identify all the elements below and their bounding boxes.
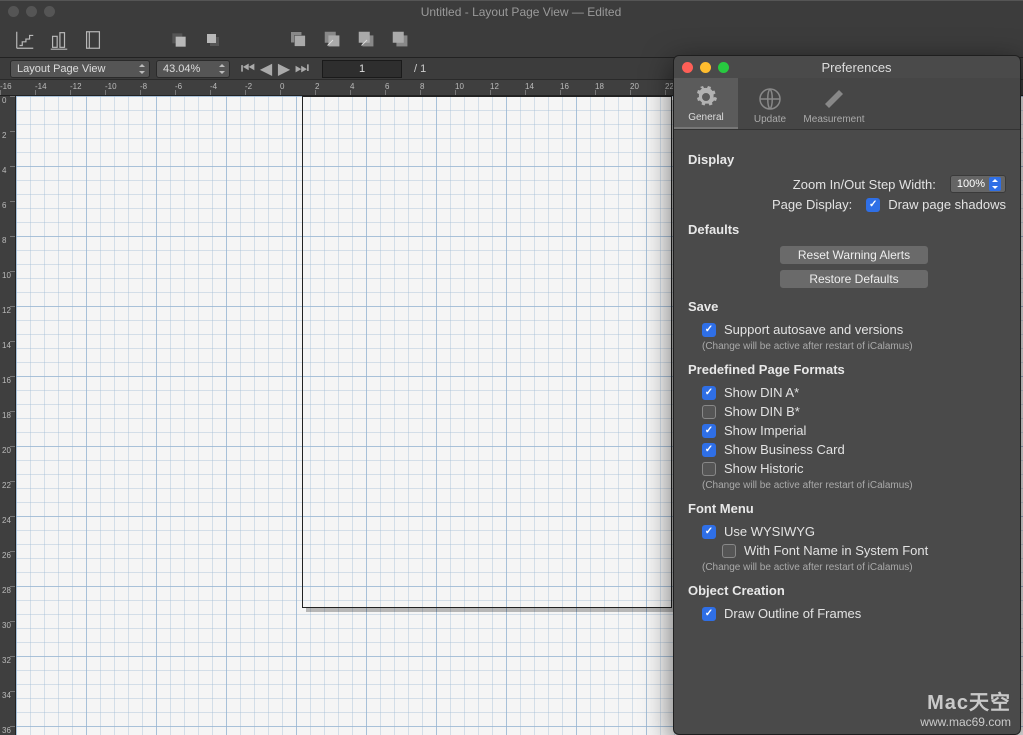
next-page-button[interactable]: ▶: [276, 61, 292, 77]
watermark-brand: Mac天空: [920, 691, 1011, 715]
page-icon[interactable]: [82, 29, 104, 51]
wysiwyg-checkbox[interactable]: [702, 525, 716, 539]
first-page-button[interactable]: ⏮: [240, 61, 256, 77]
tab-update[interactable]: Update: [738, 78, 802, 129]
font-menu-note: (Change will be active after restart of …: [688, 562, 1006, 573]
wysiwyg-label: Use WYSIWYG: [724, 524, 815, 539]
din-a-label: Show DIN A*: [724, 385, 799, 400]
watermark-url: www.mac69.com: [920, 715, 1011, 729]
overlap-front-icon[interactable]: [168, 29, 190, 51]
chevron-updown-icon: [989, 177, 1001, 191]
last-page-button[interactable]: ⏭: [294, 61, 310, 77]
view-mode-select[interactable]: Layout Page View: [10, 60, 150, 78]
main-toolbar: [0, 22, 1023, 58]
watermark: Mac天空 www.mac69.com: [920, 691, 1011, 729]
align-bottom-icon[interactable]: [48, 29, 70, 51]
close-icon[interactable]: [8, 6, 19, 17]
historic-label: Show Historic: [724, 461, 803, 476]
tab-measurement-label: Measurement: [803, 114, 864, 125]
reset-warning-button[interactable]: Reset Warning Alerts: [779, 245, 929, 265]
din-a-checkbox[interactable]: [702, 386, 716, 400]
prefs-titlebar: Preferences: [674, 56, 1020, 78]
object-creation-heading: Object Creation: [688, 583, 1006, 598]
tab-general-label: General: [688, 112, 724, 123]
font-menu-heading: Font Menu: [688, 501, 1006, 516]
autosave-label: Support autosave and versions: [724, 322, 903, 337]
business-label: Show Business Card: [724, 442, 845, 457]
prefs-body: Display Zoom In/Out Step Width: 100% Pag…: [674, 130, 1020, 637]
prefs-tabs: General Update Measurement: [674, 78, 1020, 130]
prefs-title: Preferences: [701, 60, 1012, 75]
page-rect[interactable]: [302, 96, 672, 608]
autosave-checkbox[interactable]: [702, 323, 716, 337]
tab-measurement[interactable]: Measurement: [802, 78, 866, 129]
zoom-select[interactable]: 43.04%: [156, 60, 230, 78]
page-number-input[interactable]: [322, 60, 402, 78]
page-formats-note: (Change will be active after restart of …: [688, 480, 1006, 491]
imperial-label: Show Imperial: [724, 423, 806, 438]
tab-general[interactable]: General: [674, 78, 738, 129]
stack-3-icon[interactable]: [356, 29, 378, 51]
save-heading: Save: [688, 299, 1006, 314]
imperial-checkbox[interactable]: [702, 424, 716, 438]
business-checkbox[interactable]: [702, 443, 716, 457]
stack-2-icon[interactable]: [322, 29, 344, 51]
zoom-step-label: Zoom In/Out Step Width:: [702, 177, 936, 192]
prev-page-button[interactable]: ◀: [258, 61, 274, 77]
grid-tool-icon[interactable]: [14, 29, 36, 51]
historic-checkbox[interactable]: [702, 462, 716, 476]
outline-checkbox[interactable]: [702, 607, 716, 621]
view-mode-value: Layout Page View: [17, 63, 105, 75]
din-b-checkbox[interactable]: [702, 405, 716, 419]
restore-defaults-button[interactable]: Restore Defaults: [779, 269, 929, 289]
page-display-label: Page Display:: [702, 197, 852, 212]
draw-shadows-checkbox[interactable]: [866, 198, 880, 212]
outline-label: Draw Outline of Frames: [724, 606, 861, 621]
system-font-label: With Font Name in System Font: [744, 543, 928, 558]
overlap-back-icon[interactable]: [202, 29, 224, 51]
prefs-close-icon[interactable]: [682, 62, 693, 73]
gear-icon: [694, 85, 718, 109]
zoom-value: 43.04%: [163, 63, 200, 75]
preferences-window: Preferences General Update Measurement D…: [673, 55, 1021, 735]
zoom-step-value: 100%: [957, 178, 985, 190]
globe-icon: [758, 87, 782, 111]
save-note: (Change will be active after restart of …: [688, 341, 1006, 352]
vertical-ruler: 024681012141618202224262830323436: [0, 96, 16, 735]
stack-4-icon[interactable]: [390, 29, 412, 51]
page-total: / 1: [414, 63, 426, 75]
main-titlebar: Untitled - Layout Page View — Edited: [0, 0, 1023, 22]
draw-shadows-label: Draw page shadows: [888, 197, 1006, 212]
ruler-icon: [822, 87, 846, 111]
zoom-step-select[interactable]: 100%: [950, 175, 1006, 193]
tab-update-label: Update: [754, 114, 786, 125]
din-b-label: Show DIN B*: [724, 404, 800, 419]
display-heading: Display: [688, 152, 1006, 167]
defaults-heading: Defaults: [688, 222, 1006, 237]
page-formats-heading: Predefined Page Formats: [688, 362, 1006, 377]
window-title: Untitled - Layout Page View — Edited: [27, 5, 1015, 19]
system-font-checkbox[interactable]: [722, 544, 736, 558]
stack-1-icon[interactable]: [288, 29, 310, 51]
